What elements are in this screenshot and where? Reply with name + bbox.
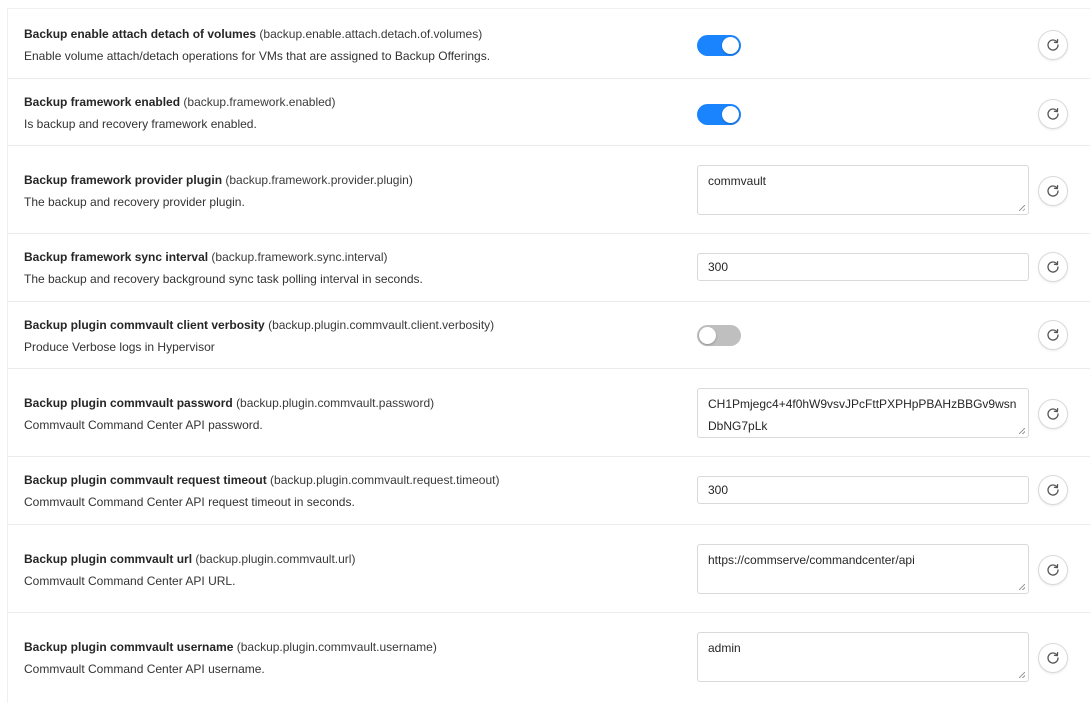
setting-name: Backup plugin commvault client verbosity xyxy=(24,318,265,332)
commvault-password-textarea[interactable]: CH1Pmjegc4+4f0hW9vsvJPcFttPXPHpPBAHzBBGv… xyxy=(697,388,1029,438)
setting-key: (backup.enable.attach.detach.of.volumes) xyxy=(259,27,483,41)
commvault-username-textarea[interactable]: admin xyxy=(697,632,1029,682)
reset-icon xyxy=(1047,38,1059,51)
setting-description: The backup and recovery provider plugin. xyxy=(24,195,245,209)
setting-key: (backup.plugin.commvault.url) xyxy=(195,552,356,566)
setting-title: Backup framework provider plugin (backup… xyxy=(24,172,674,189)
setting-title: Backup plugin commvault request timeout … xyxy=(24,472,674,489)
setting-title: Backup plugin commvault url (backup.plug… xyxy=(24,551,674,568)
setting-key: (backup.plugin.commvault.request.timeout… xyxy=(270,473,500,487)
setting-key: (backup.plugin.commvault.username) xyxy=(236,640,437,654)
reset-icon xyxy=(1047,328,1059,341)
setting-name: Backup enable attach detach of volumes xyxy=(24,27,257,41)
field-value: commvault xyxy=(708,174,767,188)
setting-title: Backup plugin commvault username (backup… xyxy=(24,639,674,656)
setting-row-backup-framework-sync-interval: Backup framework sync interval (backup.f… xyxy=(8,234,1090,302)
setting-title: Backup plugin commvault client verbosity… xyxy=(24,317,674,334)
setting-info: Backup plugin commvault client verbosity… xyxy=(24,317,674,356)
reset-icon xyxy=(1047,184,1059,197)
field-value: 300 xyxy=(708,260,729,274)
resize-handle[interactable] xyxy=(1019,672,1025,678)
setting-name: Backup framework sync interval xyxy=(24,250,209,264)
setting-info: Backup plugin commvault username (backup… xyxy=(24,639,674,678)
client-verbosity-toggle[interactable] xyxy=(697,325,741,346)
setting-description: The backup and recovery background sync … xyxy=(24,272,423,286)
reset-button[interactable] xyxy=(1038,643,1068,673)
setting-title: Backup plugin commvault password (backup… xyxy=(24,395,674,412)
setting-title: Backup enable attach detach of volumes (… xyxy=(24,26,674,43)
setting-key: (backup.framework.sync.interval) xyxy=(211,250,388,264)
provider-plugin-textarea[interactable]: commvault xyxy=(697,165,1029,215)
field-value: 300 xyxy=(708,483,729,497)
toggle-knob xyxy=(722,37,739,54)
setting-description: Commvault Command Center API request tim… xyxy=(24,495,355,509)
setting-name: Backup plugin commvault request timeout xyxy=(24,473,267,487)
resize-handle[interactable] xyxy=(1019,428,1025,434)
setting-info: Backup framework provider plugin (backup… xyxy=(24,172,674,211)
reset-button[interactable] xyxy=(1038,252,1068,282)
setting-name: Backup plugin commvault url xyxy=(24,552,193,566)
setting-description: Enable volume attach/detach operations f… xyxy=(24,49,491,63)
reset-icon xyxy=(1047,107,1059,120)
settings-list: Backup enable attach detach of volumes (… xyxy=(7,8,1090,703)
setting-key: (backup.plugin.commvault.client.verbosit… xyxy=(268,318,495,332)
resize-handle[interactable] xyxy=(1019,205,1025,211)
reset-button[interactable] xyxy=(1038,320,1068,350)
reset-icon xyxy=(1047,483,1059,496)
reset-button[interactable] xyxy=(1038,99,1068,129)
toggle-knob xyxy=(699,327,716,344)
reset-button[interactable] xyxy=(1038,475,1068,505)
attach-detach-volumes-toggle[interactable] xyxy=(697,35,741,56)
field-value: CH1Pmjegc4+4f0hW9vsvJPcFttPXPHpPBAHzBBGv… xyxy=(708,397,1017,433)
setting-title: Backup framework sync interval (backup.f… xyxy=(24,249,674,266)
setting-name: Backup plugin commvault username xyxy=(24,640,234,654)
setting-name: Backup framework provider plugin xyxy=(24,173,223,187)
reset-button[interactable] xyxy=(1038,399,1068,429)
setting-info: Backup framework sync interval (backup.f… xyxy=(24,249,674,288)
toggle-knob xyxy=(722,106,739,123)
request-timeout-input[interactable]: 300 xyxy=(697,476,1029,504)
setting-name: Backup plugin commvault password xyxy=(24,396,233,410)
setting-description: Produce Verbose logs in Hypervisor xyxy=(24,340,215,354)
setting-row-backup-plugin-commvault-url: Backup plugin commvault url (backup.plug… xyxy=(8,525,1090,613)
reset-button[interactable] xyxy=(1038,176,1068,206)
setting-description: Is backup and recovery framework enabled… xyxy=(24,117,257,131)
setting-row-backup-enable-attach-detach-of-volumes: Backup enable attach detach of volumes (… xyxy=(8,9,1090,79)
resize-handle[interactable] xyxy=(1019,584,1025,590)
field-value: https://commserve/commandcenter/api xyxy=(708,553,915,567)
backup-framework-enabled-toggle[interactable] xyxy=(697,104,741,125)
setting-row-backup-framework-enabled: Backup framework enabled (backup.framewo… xyxy=(8,79,1090,146)
reset-icon xyxy=(1047,563,1059,576)
setting-description: Commvault Command Center API password. xyxy=(24,418,263,432)
setting-row-backup-plugin-commvault-client-verbosity: Backup plugin commvault client verbosity… xyxy=(8,302,1090,369)
commvault-url-textarea[interactable]: https://commserve/commandcenter/api xyxy=(697,544,1029,594)
setting-description: Commvault Command Center API username. xyxy=(24,662,265,676)
setting-info: Backup plugin commvault url (backup.plug… xyxy=(24,551,674,590)
setting-key: (backup.framework.provider.plugin) xyxy=(225,173,413,187)
reset-button[interactable] xyxy=(1038,30,1068,60)
setting-row-backup-plugin-commvault-password: Backup plugin commvault password (backup… xyxy=(8,369,1090,457)
reset-button[interactable] xyxy=(1038,555,1068,585)
sync-interval-input[interactable]: 300 xyxy=(697,253,1029,281)
reset-icon xyxy=(1047,651,1059,664)
setting-key: (backup.framework.enabled) xyxy=(183,95,336,109)
setting-info: Backup framework enabled (backup.framewo… xyxy=(24,94,674,133)
setting-info: Backup plugin commvault password (backup… xyxy=(24,395,674,434)
setting-row-backup-plugin-commvault-request-timeout: Backup plugin commvault request timeout … xyxy=(8,457,1090,525)
setting-info: Backup plugin commvault request timeout … xyxy=(24,472,674,511)
setting-row-backup-plugin-commvault-username: Backup plugin commvault username (backup… xyxy=(8,613,1090,703)
setting-name: Backup framework enabled xyxy=(24,95,181,109)
setting-key: (backup.plugin.commvault.password) xyxy=(236,396,435,410)
reset-icon xyxy=(1047,407,1059,420)
setting-info: Backup enable attach detach of volumes (… xyxy=(24,26,674,65)
field-value: admin xyxy=(708,641,741,655)
setting-row-backup-framework-provider-plugin: Backup framework provider plugin (backup… xyxy=(8,146,1090,234)
reset-icon xyxy=(1047,260,1059,273)
setting-title: Backup framework enabled (backup.framewo… xyxy=(24,94,674,111)
setting-description: Commvault Command Center API URL. xyxy=(24,574,236,588)
